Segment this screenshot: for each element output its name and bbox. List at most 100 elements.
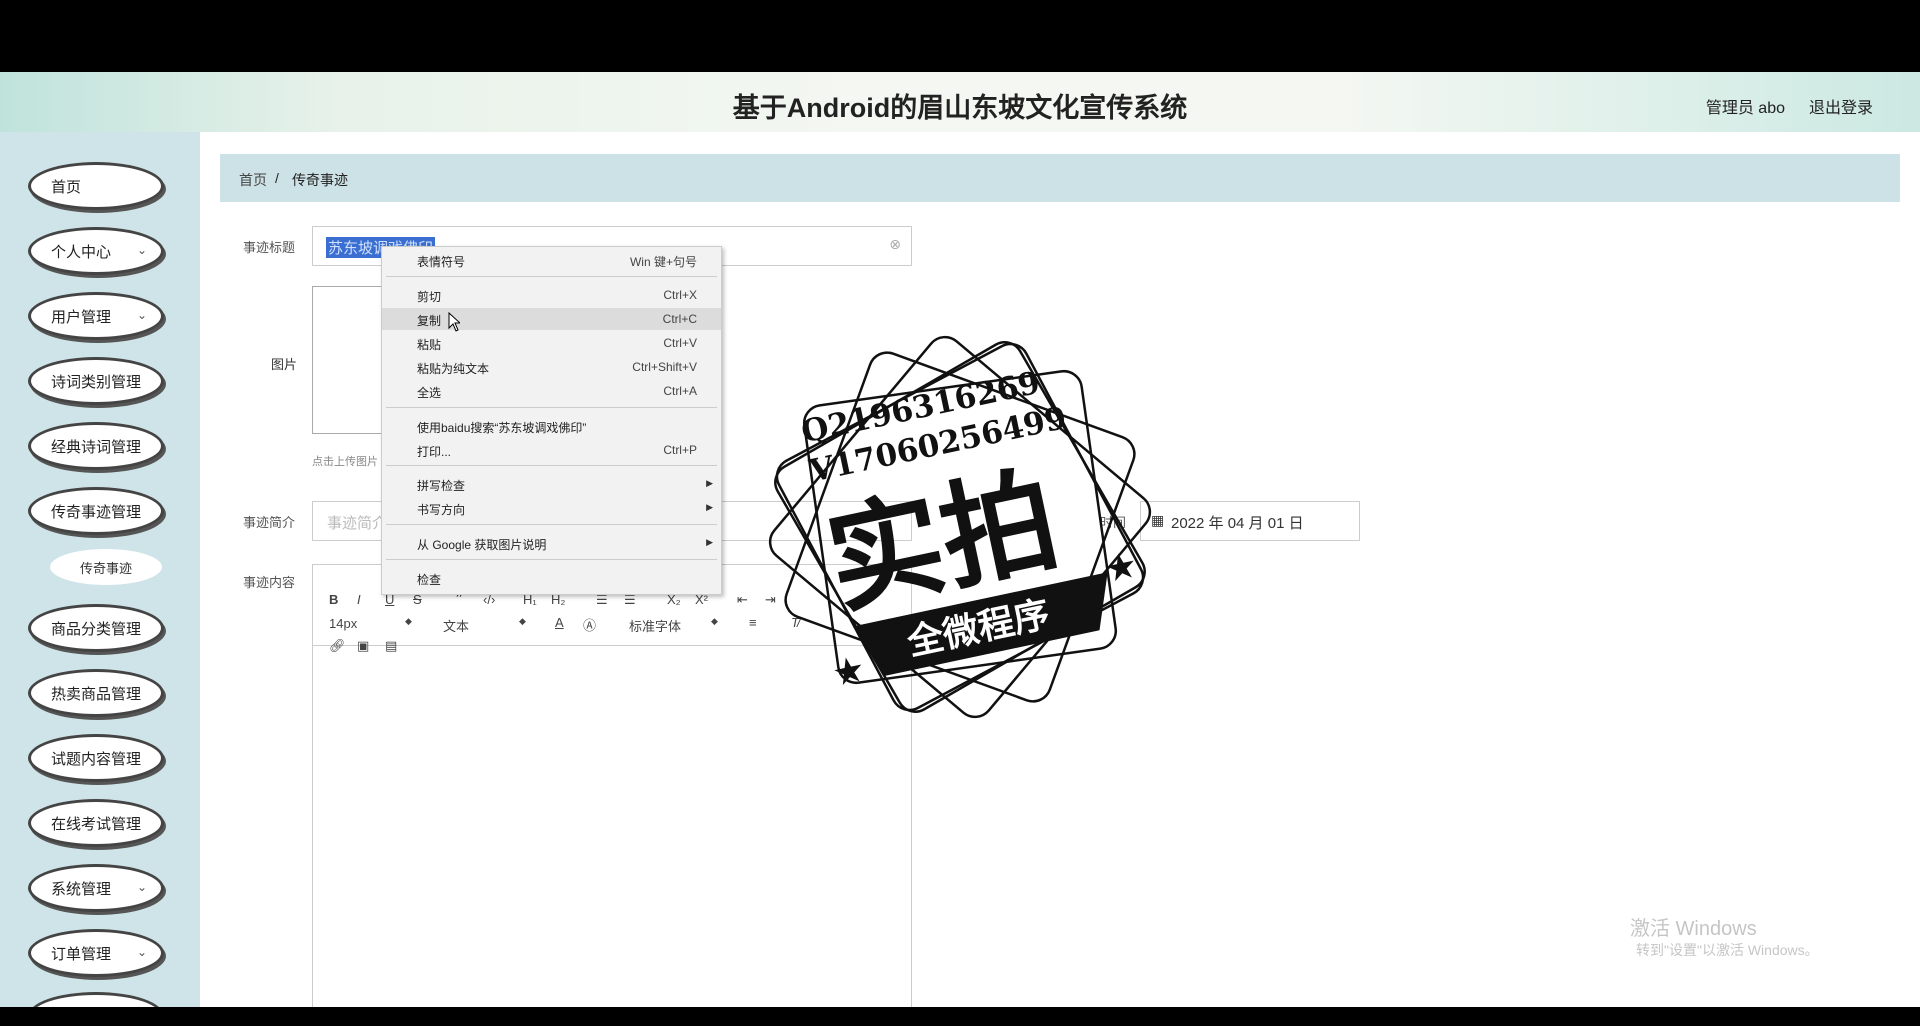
ctx-search-baidu[interactable]: 使用baidu搜索“苏东坡调戏佛印” (382, 415, 721, 437)
title-label: 事迹标题 (243, 240, 296, 255)
ctx-label: 使用baidu搜索“苏东坡调戏佛印” (417, 421, 587, 435)
sidebar-item-hot-products[interactable]: 热卖商品管理 (28, 669, 164, 717)
breadcrumb-separator: / (275, 170, 279, 186)
ctx-paste[interactable]: 粘贴 Ctrl+V (382, 332, 721, 354)
ctx-label: 复制 (417, 314, 442, 328)
sidebar-item-orders[interactable]: 订单管理 ⌄ (28, 929, 164, 977)
submenu-arrow-icon: ▶ (706, 537, 713, 547)
logout-link[interactable]: 退出登录 (1809, 94, 1873, 118)
sidebar-item-system[interactable]: 系统管理 ⌄ (28, 864, 164, 912)
windows-activation-hint: 转到"设置"以激活 Windows。 (1636, 942, 1819, 958)
bottom-bar (0, 1007, 1920, 1026)
sidebar-item-more[interactable] (28, 992, 164, 1007)
sidebar-item-label: 系统管理 (51, 880, 112, 898)
content-label: 事迹内容 (243, 575, 296, 590)
ctx-shortcut: Ctrl+C (662, 312, 697, 326)
sidebar-item-label: 订单管理 (51, 945, 112, 963)
ctx-paste-plain[interactable]: 粘贴为纯文本 Ctrl+Shift+V (382, 356, 721, 378)
ctx-writing-direction[interactable]: 书写方向 ▶ (382, 497, 721, 519)
ctx-cut[interactable]: 剪切 Ctrl+X (382, 284, 721, 306)
sidebar-item-home[interactable]: 首页 (28, 162, 164, 210)
sidebar-item-poem-category[interactable]: 诗词类别管理 (28, 357, 164, 405)
ctx-separator (386, 407, 717, 408)
current-user: 管理员 abo (1705, 100, 1785, 117)
ctx-label: 剪切 (417, 290, 442, 304)
ctx-shortcut: Ctrl+V (663, 336, 697, 350)
background-color-icon[interactable]: Ⓐ (583, 615, 596, 634)
font-color-icon[interactable]: A (555, 615, 564, 630)
ctx-shortcut: Ctrl+P (663, 443, 697, 457)
sidebar-item-personal[interactable]: 个人中心 ⌄ (28, 227, 164, 275)
italic-icon[interactable]: I (357, 592, 361, 607)
ctx-spellcheck[interactable]: 拼写检查 ▶ (382, 473, 721, 495)
sidebar-item-users[interactable]: 用户管理 ⌄ (28, 292, 164, 340)
context-menu: 表情符号 Win 键+句号 剪切 Ctrl+X 复制 Ctrl+C 粘贴 Ctrl+V … (381, 246, 722, 595)
sidebar-subitem-legend-story[interactable]: 传奇事迹 (50, 549, 162, 585)
breadcrumb: 首页 / 传奇事迹 (220, 154, 1900, 202)
ctx-google-image-desc[interactable]: 从 Google 获取图片说明 ▶ (382, 532, 721, 554)
ctx-shortcut: Ctrl+X (663, 288, 697, 302)
text-type-arrows-icon: ◆ (519, 616, 526, 626)
sidebar-item-label: 热卖商品管理 (51, 685, 142, 703)
sidebar-item-label: 传奇事迹管理 (51, 503, 142, 521)
star-icon: ★ (829, 647, 869, 694)
ctx-emoji[interactable]: 表情符号 Win 键+句号 (382, 249, 721, 271)
breadcrumb-home[interactable]: 首页 (239, 170, 267, 190)
ctx-shortcut: Win 键+句号 (629, 255, 697, 269)
ctx-inspect[interactable]: 检查 (382, 567, 721, 589)
ctx-copy[interactable]: 复制 Ctrl+C (382, 308, 721, 330)
image-label: 图片 (271, 357, 298, 372)
ctx-label: 表情符号 (417, 255, 466, 269)
breadcrumb-current: 传奇事迹 (292, 172, 348, 188)
text-type-select[interactable]: 文本 (443, 616, 469, 635)
font-family-select[interactable]: 标准字体 (629, 616, 681, 635)
summary-placeholder: 事迹简介 (327, 515, 388, 532)
font-size-arrows-icon: ◆ (405, 616, 412, 626)
watermark-stamp: Q2196316269 V17060256499 实拍 全微程序 ★ ★ (768, 335, 1152, 719)
video-icon[interactable]: ▤ (385, 638, 397, 654)
ctx-label: 从 Google 获取图片说明 (417, 538, 547, 552)
chevron-down-icon: ⌄ (136, 880, 147, 894)
sidebar-item-label: 在线考试管理 (51, 815, 142, 833)
sidebar-item-legend-stories[interactable]: 传奇事迹管理 (28, 487, 164, 535)
submenu-arrow-icon: ▶ (706, 478, 713, 488)
sidebar-item-online-exam[interactable]: 在线考试管理 (28, 799, 164, 847)
ctx-separator (386, 524, 717, 525)
mouse-cursor-icon (448, 312, 460, 332)
sidebar-item-questions[interactable]: 试题内容管理 (28, 734, 164, 782)
ctx-label: 全选 (417, 386, 442, 400)
sidebar-item-label: 诗词类别管理 (51, 373, 142, 391)
app-title: 基于Android的眉山东坡文化宣传系统 (732, 93, 1188, 123)
sidebar-item-label: 用户管理 (51, 308, 112, 326)
image-icon[interactable]: ▣ (357, 638, 369, 654)
ctx-shortcut: Ctrl+Shift+V (632, 360, 697, 374)
summary-label: 事迹简介 (243, 515, 296, 530)
sidebar-item-label: 试题内容管理 (51, 750, 142, 768)
sidebar: 首页 个人中心 ⌄ 用户管理 ⌄ 诗词类别管理 经典诗词管理 传奇事迹管理 传奇事迹… (0, 132, 200, 1007)
chevron-down-icon: ⌄ (136, 243, 147, 257)
sidebar-item-product-category[interactable]: 商品分类管理 (28, 604, 164, 652)
font-size-select[interactable]: 14px (329, 616, 357, 631)
ctx-label: 检查 (417, 573, 442, 587)
bold-icon[interactable]: B (329, 592, 338, 607)
ctx-separator (386, 465, 717, 466)
ctx-label: 书写方向 (417, 503, 466, 517)
clear-icon[interactable]: ⊗ (889, 236, 901, 253)
sidebar-item-label: 首页 (51, 178, 82, 196)
link-icon[interactable]: 🔗︎ (329, 638, 346, 654)
chevron-down-icon: ⌄ (136, 308, 147, 322)
ctx-print[interactable]: 打印... Ctrl+P (382, 439, 721, 461)
ctx-label: 打印... (417, 445, 452, 459)
ctx-label: 粘贴 (417, 338, 442, 352)
ctx-separator (386, 276, 717, 277)
image-upload-hint: 点击上传图片 (312, 456, 378, 468)
ctx-label: 拼写检查 (417, 479, 466, 493)
ctx-select-all[interactable]: 全选 Ctrl+A (382, 380, 721, 402)
app-header: 基于Android的眉山东坡文化宣传系统 管理员 abo 退出登录 (0, 72, 1920, 132)
sidebar-item-label: 经典诗词管理 (51, 438, 142, 456)
sidebar-item-classic-poems[interactable]: 经典诗词管理 (28, 422, 164, 470)
main-stage: 首页 个人中心 ⌄ 用户管理 ⌄ 诗词类别管理 经典诗词管理 传奇事迹管理 传奇事迹… (0, 132, 1920, 1007)
chevron-down-icon: ⌄ (136, 945, 147, 959)
windows-activation-title: 激活 Windows (1630, 918, 1757, 940)
ctx-label: 粘贴为纯文本 (417, 362, 490, 376)
